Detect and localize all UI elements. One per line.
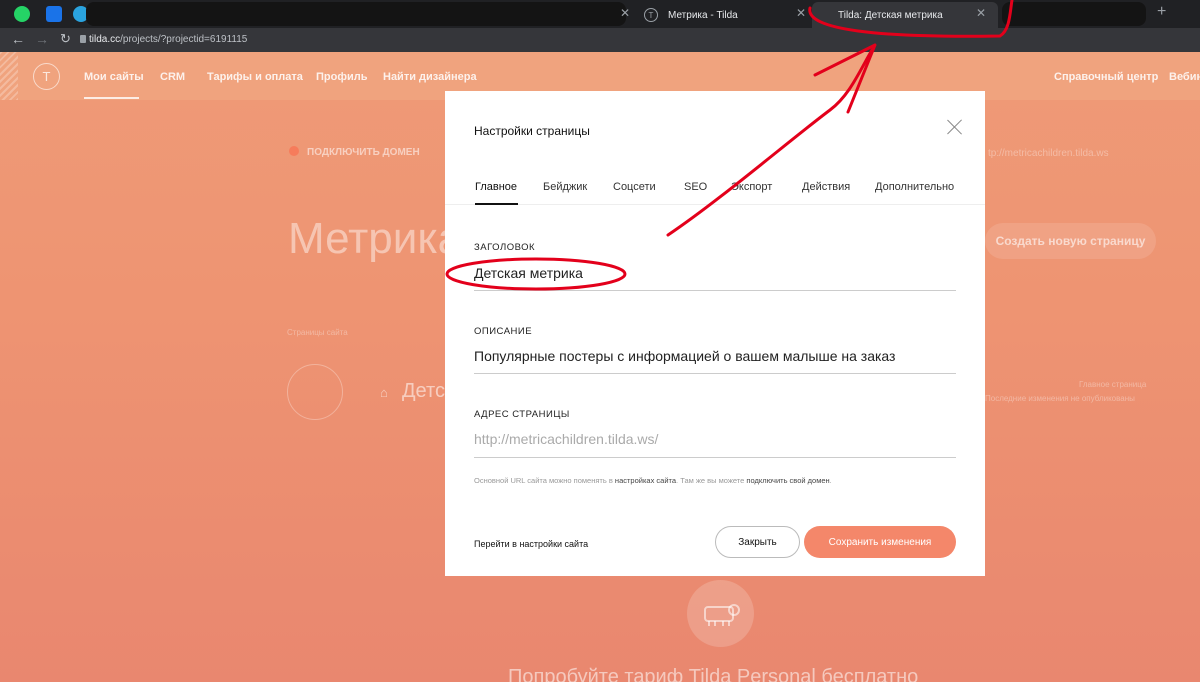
tilda-icon: T: [644, 8, 658, 22]
close-icon[interactable]: [945, 117, 965, 137]
tab-detskaya-metrika[interactable]: Tilda: Детская метрика: [812, 2, 998, 28]
modal-tabs: Главное Бейджик Соцсети SEO Экспорт Дейс…: [445, 181, 985, 205]
active-tab-underline: [475, 203, 518, 205]
tab-close-icon[interactable]: ✕: [620, 6, 630, 20]
heading-label: ЗАГОЛОВОК: [474, 242, 536, 253]
back-arrow-icon[interactable]: ←: [11, 31, 25, 47]
address-input[interactable]: http://metricachildren.tilda.ws/: [474, 431, 658, 447]
redacted-tab: [1002, 2, 1146, 26]
description-label: ОПИСАНИЕ: [474, 326, 533, 337]
pages-label: Страницы сайта: [287, 328, 348, 337]
bear-icon: [687, 580, 754, 647]
address-bar: ← → ↻ tilda.cc/projects/?projectid=61911…: [0, 28, 1200, 52]
ornament-decoration: [0, 52, 18, 100]
address-underline: [474, 457, 956, 458]
nav-my-sites[interactable]: Мои сайты: [84, 71, 144, 83]
nav-tariffs[interactable]: Тарифы и оплата: [207, 71, 303, 83]
description-underline: [474, 373, 956, 374]
tab-export[interactable]: Экспорт: [731, 181, 772, 193]
heading-underline: [474, 290, 956, 291]
tab-close-icon[interactable]: ✕: [796, 6, 806, 20]
connect-domain-link[interactable]: ПОДКЛЮЧИТЬ ДОМЕН: [307, 147, 420, 158]
address-label: АДРЕС СТРАНИЦЫ: [474, 409, 570, 420]
nav-active-underline: [84, 97, 139, 99]
site-url-link[interactable]: tp://metricachildren.tilda.ws: [988, 148, 1109, 159]
tab-actions[interactable]: Действия: [802, 181, 850, 193]
tab-seo[interactable]: SEO: [684, 181, 707, 193]
nav-help-center[interactable]: Справочный центр: [1054, 71, 1158, 83]
page-name[interactable]: Детс: [402, 380, 445, 403]
tilda-logo[interactable]: T: [33, 63, 60, 90]
tab-metrika-label: Метрика - Tilda: [668, 9, 738, 21]
url-host: tilda.cc: [89, 34, 121, 45]
save-changes-button[interactable]: Сохранить изменения: [804, 526, 956, 558]
tab-detskaya-label: Tilda: Детская метрика: [838, 9, 943, 21]
forward-arrow-icon[interactable]: →: [35, 31, 49, 47]
redacted-tabs: [86, 2, 626, 26]
project-title: Метрика: [288, 214, 463, 263]
tab-main[interactable]: Главное: [475, 181, 517, 193]
nav-crm[interactable]: CRM: [160, 71, 185, 83]
home-icon: ⌂: [380, 385, 388, 400]
go-to-site-settings-link[interactable]: Перейти в настройки сайта: [474, 539, 588, 549]
tab-close-icon[interactable]: ✕: [976, 6, 986, 20]
hint-text: . Там же вы можете: [676, 476, 747, 485]
unpublished-label: Последние изменения не опубликованы: [985, 394, 1135, 403]
url-path: /projects/?projectid=6191115: [120, 34, 248, 45]
site-settings-link[interactable]: настройках сайта: [615, 476, 676, 485]
tab-additional[interactable]: Дополнительно: [875, 181, 954, 193]
nav-find-designer[interactable]: Найти дизайнера: [383, 71, 477, 83]
whatsapp-icon[interactable]: [14, 6, 30, 22]
home-page-label: Главное страница: [1079, 380, 1147, 389]
tab-badge[interactable]: Бейджик: [543, 181, 587, 193]
url-field[interactable]: tilda.cc/projects/?projectid=6191115: [89, 34, 247, 45]
heading-input[interactable]: Детская метрика: [474, 265, 583, 281]
url-hint: Основной URL сайта можно поменять в наст…: [474, 476, 832, 485]
warning-dot-icon: [289, 146, 299, 156]
hint-text: Основной URL сайта можно поменять в: [474, 476, 615, 485]
description-input[interactable]: Популярные постеры с информацией о вашем…: [474, 348, 895, 364]
modal-title: Настройки страницы: [474, 124, 590, 138]
page-settings-modal: Настройки страницы Главное Бейджик Соцсе…: [445, 91, 985, 576]
mail-icon[interactable]: [46, 6, 62, 22]
tab-social[interactable]: Соцсети: [613, 181, 656, 193]
create-page-button[interactable]: Создать новую страницу: [985, 223, 1156, 259]
tab-metrika[interactable]: T Метрика - Tilda: [634, 2, 812, 28]
connect-domain-link[interactable]: подключить свой домен: [746, 476, 829, 485]
hint-text: .: [829, 476, 832, 485]
browser-tab-bar: ✕ T Метрика - Tilda ✕ Tilda: Детская мет…: [0, 0, 1200, 28]
nav-webinars[interactable]: Вебин: [1169, 71, 1200, 83]
page-thumbnail[interactable]: [287, 364, 343, 420]
new-tab-button[interactable]: +: [1157, 3, 1166, 21]
lock-icon: [80, 35, 86, 43]
close-button[interactable]: Закрыть: [715, 526, 800, 558]
reload-icon[interactable]: ↻: [60, 31, 71, 47]
nav-profile[interactable]: Профиль: [316, 71, 367, 83]
promo-text: Попробуйте тариф Tilda Personal бесплатн…: [508, 666, 919, 682]
